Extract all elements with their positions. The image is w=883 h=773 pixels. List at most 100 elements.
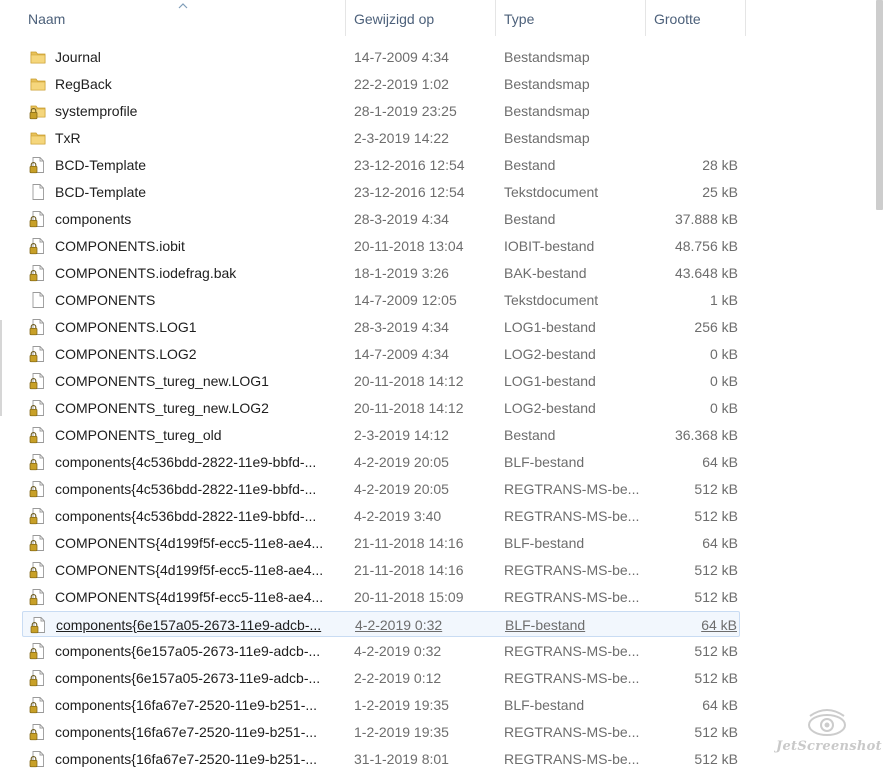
file-modified: 14-7-2009 4:34 (354, 346, 449, 362)
locked-file-icon (29, 642, 47, 660)
file-row[interactable]: COMPONENTS{4d199f5f-ecc5-11e8-ae4... 21-1… (22, 530, 740, 556)
file-row[interactable]: COMPONENTS_tureg_new.LOG2 20-11-2018 14:1… (22, 395, 740, 421)
eye-logo-icon (808, 709, 846, 736)
file-name: RegBack (55, 76, 112, 92)
file-row[interactable]: RegBack 22-2-2019 1:02 Bestandsmap (22, 71, 740, 97)
locked-file-icon (29, 669, 47, 687)
file-row[interactable]: COMPONENTS.LOG1 28-3-2019 4:34 LOG1-bestan… (22, 314, 740, 340)
file-modified: 4-2-2019 20:05 (354, 481, 449, 497)
file-modified: 31-1-2019 8:01 (354, 751, 449, 767)
file-row[interactable]: systemprofile 28-1-2019 23:25 Bestandsmap (22, 98, 740, 124)
file-row[interactable]: COMPONENTS.iobit 20-11-2018 13:04 IOBIT-be… (22, 233, 740, 259)
file-type: Bestandsmap (504, 130, 590, 146)
file-size: 0 kB (709, 400, 738, 416)
file-modified: 2-3-2019 14:12 (354, 427, 449, 443)
file-type: LOG2-bestand (504, 346, 596, 362)
folder-icon (29, 75, 47, 93)
column-header-name[interactable]: Naam (22, 0, 346, 36)
file-type: Bestandsmap (504, 103, 590, 119)
file-row[interactable]: TxR 2-3-2019 14:22 Bestandsmap (22, 125, 740, 151)
file-name: TxR (55, 130, 81, 146)
navigation-pane-edge[interactable] (0, 320, 2, 416)
file-row[interactable]: components{16fa67e7-2520-11e9-b251-... 1-… (22, 692, 740, 718)
file-size: 64 kB (701, 617, 737, 633)
file-row[interactable]: COMPONENTS{4d199f5f-ecc5-11e8-ae4... 20-1… (22, 584, 740, 610)
file-name: components (55, 211, 132, 227)
file-row[interactable]: components 28-3-2019 4:34 Bestand 37.888 kB (22, 206, 740, 232)
column-header-bar: Naam Gewijzigd op Type Grootte (0, 0, 868, 36)
scrollbar-thumb[interactable] (876, 0, 883, 210)
file-type: REGTRANS-MS-be... (504, 481, 640, 497)
file-name: components{16fa67e7-2520-11e9-b251-... (55, 724, 318, 740)
column-header-size[interactable]: Grootte (648, 0, 746, 36)
file-name: components{16fa67e7-2520-11e9-b251-... (55, 751, 318, 767)
file-modified: 4-2-2019 0:32 (354, 643, 442, 659)
file-row[interactable]: COMPONENTS.iodefrag.bak 18-1-2019 3:26 BAK… (22, 260, 740, 286)
file-row[interactable]: components{16fa67e7-2520-11e9-b251-... 1-… (22, 719, 740, 745)
file-size: 0 kB (709, 373, 738, 389)
file-row[interactable]: COMPONENTS{4d199f5f-ecc5-11e8-ae4... 21-1… (22, 557, 740, 583)
locked-file-icon (29, 696, 47, 714)
file-size: 48.756 kB (674, 238, 738, 254)
file-name: COMPONENTS (55, 292, 156, 308)
file-type: REGTRANS-MS-be... (504, 670, 640, 686)
locked-file-icon (29, 561, 47, 579)
file-size: 64 kB (702, 535, 738, 551)
file-row[interactable]: components{4c536bdd-2822-11e9-bbfd-... 4-… (22, 476, 740, 502)
file-row[interactable]: BCD-Template 23-12-2016 12:54 Tekstdocumen… (22, 179, 740, 205)
file-row[interactable]: components{6e157a05-2673-11e9-adcb-... 4-… (22, 611, 740, 637)
file-size: 36.368 kB (674, 427, 738, 443)
file-type: REGTRANS-MS-be... (504, 643, 640, 659)
file-name: components{16fa67e7-2520-11e9-b251-... (55, 697, 318, 713)
file-name: BCD-Template (55, 184, 147, 200)
file-name: COMPONENTS.iodefrag.bak (55, 265, 237, 281)
file-type: Bestand (504, 157, 556, 173)
file-modified: 28-3-2019 4:34 (354, 319, 449, 335)
file-row[interactable]: components{6e157a05-2673-11e9-adcb-... 4-… (22, 638, 740, 664)
file-size: 43.648 kB (674, 265, 738, 281)
file-size: 512 kB (694, 508, 738, 524)
file-name: COMPONENTS{4d199f5f-ecc5-11e8-ae4... (55, 562, 324, 578)
file-modified: 14-7-2009 12:05 (354, 292, 457, 308)
file-size: 512 kB (694, 751, 738, 767)
file-row[interactable]: components{4c536bdd-2822-11e9-bbfd-... 4-… (22, 503, 740, 529)
file-modified: 28-1-2019 23:25 (354, 103, 457, 119)
file-type: IOBIT-bestand (504, 238, 595, 254)
locked-file-icon (29, 723, 47, 741)
file-modified: 21-11-2018 14:16 (354, 535, 464, 551)
file-row[interactable]: components{4c536bdd-2822-11e9-bbfd-... 4-… (22, 449, 740, 475)
file-row[interactable]: COMPONENTS_tureg_old 2-3-2019 14:12 Bestan… (22, 422, 740, 448)
file-size: 512 kB (694, 589, 738, 605)
file-type: Tekstdocument (504, 184, 599, 200)
file-row[interactable]: BCD-Template 23-12-2016 12:54 Bestand 28 kB (22, 152, 740, 178)
file-size: 512 kB (694, 724, 738, 740)
file-type: Bestandsmap (504, 76, 590, 92)
locked-file-icon (29, 534, 47, 552)
locked-file-icon (29, 345, 47, 363)
file-modified: 20-11-2018 14:12 (354, 373, 464, 389)
file-size: 1 kB (709, 292, 738, 308)
locked-file-icon (29, 453, 47, 471)
locked-file-icon (29, 237, 47, 255)
file-size: 37.888 kB (674, 211, 738, 227)
column-header-modified[interactable]: Gewijzigd op (348, 0, 496, 36)
file-modified: 14-7-2009 4:34 (354, 49, 449, 65)
file-type: BAK-bestand (504, 265, 587, 281)
column-header-type[interactable]: Type (498, 0, 646, 36)
file-modified: 4-2-2019 20:05 (354, 454, 449, 470)
file-modified: 20-11-2018 13:04 (354, 238, 464, 254)
file-row[interactable]: components{6e157a05-2673-11e9-adcb-... 2-… (22, 665, 740, 691)
file-size: 256 kB (694, 319, 738, 335)
locked-file-icon (29, 210, 47, 228)
file-modified: 2-2-2019 0:12 (354, 670, 442, 686)
file-row[interactable]: COMPONENTS_tureg_new.LOG1 20-11-2018 14:1… (22, 368, 740, 394)
file-type: LOG2-bestand (504, 400, 596, 416)
file-modified: 4-2-2019 3:40 (354, 508, 442, 524)
file-row[interactable]: components{16fa67e7-2520-11e9-b251-... 31… (22, 746, 740, 772)
file-type: Bestand (504, 427, 556, 443)
file-name: Journal (55, 49, 101, 65)
file-row[interactable]: Journal 14-7-2009 4:34 Bestandsmap (22, 44, 740, 70)
file-row[interactable]: COMPONENTS.LOG2 14-7-2009 4:34 LOG2-bestan… (22, 341, 740, 367)
file-row[interactable]: COMPONENTS 14-7-2009 12:05 Tekstdocument 1 … (22, 287, 740, 313)
file-type: BLF-bestand (505, 617, 586, 633)
